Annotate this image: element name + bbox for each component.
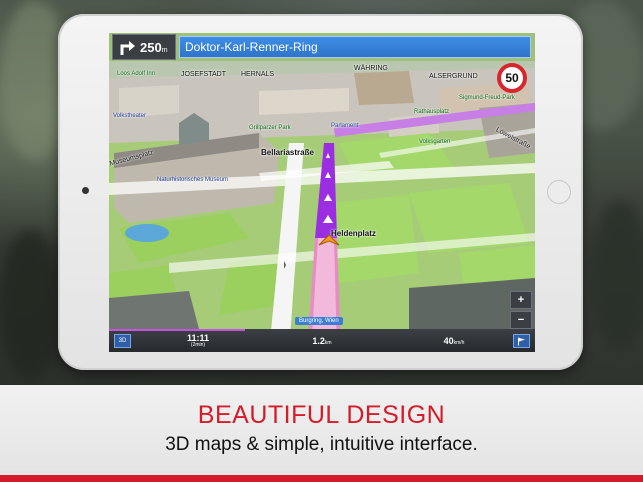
- destination-label: Burgring, Wien: [295, 317, 343, 325]
- trip-info-bar: 3D 11:11 (2min) 1.2km 40km/h: [109, 329, 535, 352]
- promo-caption: BEAUTIFUL DESIGN 3D maps & simple, intui…: [0, 385, 643, 475]
- map-label: Sigmund-Freud-Park: [459, 95, 515, 101]
- map-label: Rathausplatz: [414, 109, 450, 115]
- map-label: Volkstheater: [113, 113, 147, 119]
- current-speed-value: 40: [443, 336, 454, 346]
- speed-limit-sign: 50: [497, 63, 527, 93]
- map-label: Parlament: [331, 123, 359, 129]
- route-progress-bar: [109, 329, 246, 331]
- map-label: Volksgarten: [419, 139, 451, 145]
- map-label: JOSEFSTADT: [181, 71, 226, 78]
- view-mode-button[interactable]: 3D: [114, 334, 131, 348]
- turn-right-arrow-icon: [120, 41, 135, 55]
- caption-tagline: 3D maps & simple, intuitive interface.: [165, 434, 478, 455]
- map-label: ALSERGRUND: [429, 73, 478, 80]
- current-speed[interactable]: 40km/h: [439, 336, 469, 346]
- map-label: Grillparzer Park: [249, 125, 291, 131]
- remaining-distance-value: 1.2: [312, 336, 325, 346]
- destination-flag-button[interactable]: [513, 334, 530, 348]
- current-speed-unit: km/h: [453, 340, 465, 346]
- remaining-distance-unit: km: [324, 340, 332, 346]
- map-label: HERNALS: [241, 71, 275, 78]
- remaining-distance[interactable]: 1.2km: [307, 336, 337, 346]
- navigation-screen: Loos Adolf Inn JOSEFSTADT HERNALS WÄHRIN…: [109, 33, 535, 352]
- arrival-time[interactable]: 11:11 (2min): [183, 333, 213, 348]
- map-label: Bellariastraße: [261, 148, 314, 157]
- next-turn-panel[interactable]: 250m: [112, 34, 176, 60]
- map-label: Loos Adolf Inn: [117, 71, 156, 77]
- 3d-map-view[interactable]: [109, 33, 535, 352]
- navigation-top-bar: 250m Doktor-Karl-Renner-Ring: [109, 33, 535, 61]
- zoom-out-button[interactable]: −: [510, 311, 532, 329]
- map-label: WÄHRING: [354, 65, 388, 72]
- zoom-in-button[interactable]: +: [510, 291, 532, 309]
- current-street-bar[interactable]: Doktor-Karl-Renner-Ring: [179, 36, 531, 58]
- brand-stripe: [0, 475, 643, 482]
- next-turn-distance-unit: m: [161, 46, 168, 54]
- map-label: Naturhistorisches Museum: [157, 177, 229, 183]
- caption-headline: BEAUTIFUL DESIGN: [197, 401, 446, 429]
- camera-dot: [82, 187, 89, 194]
- map-label: Heldenplatz: [331, 229, 376, 238]
- next-turn-distance: 250: [140, 39, 162, 55]
- home-button[interactable]: [547, 180, 571, 204]
- flag-icon: [518, 337, 525, 345]
